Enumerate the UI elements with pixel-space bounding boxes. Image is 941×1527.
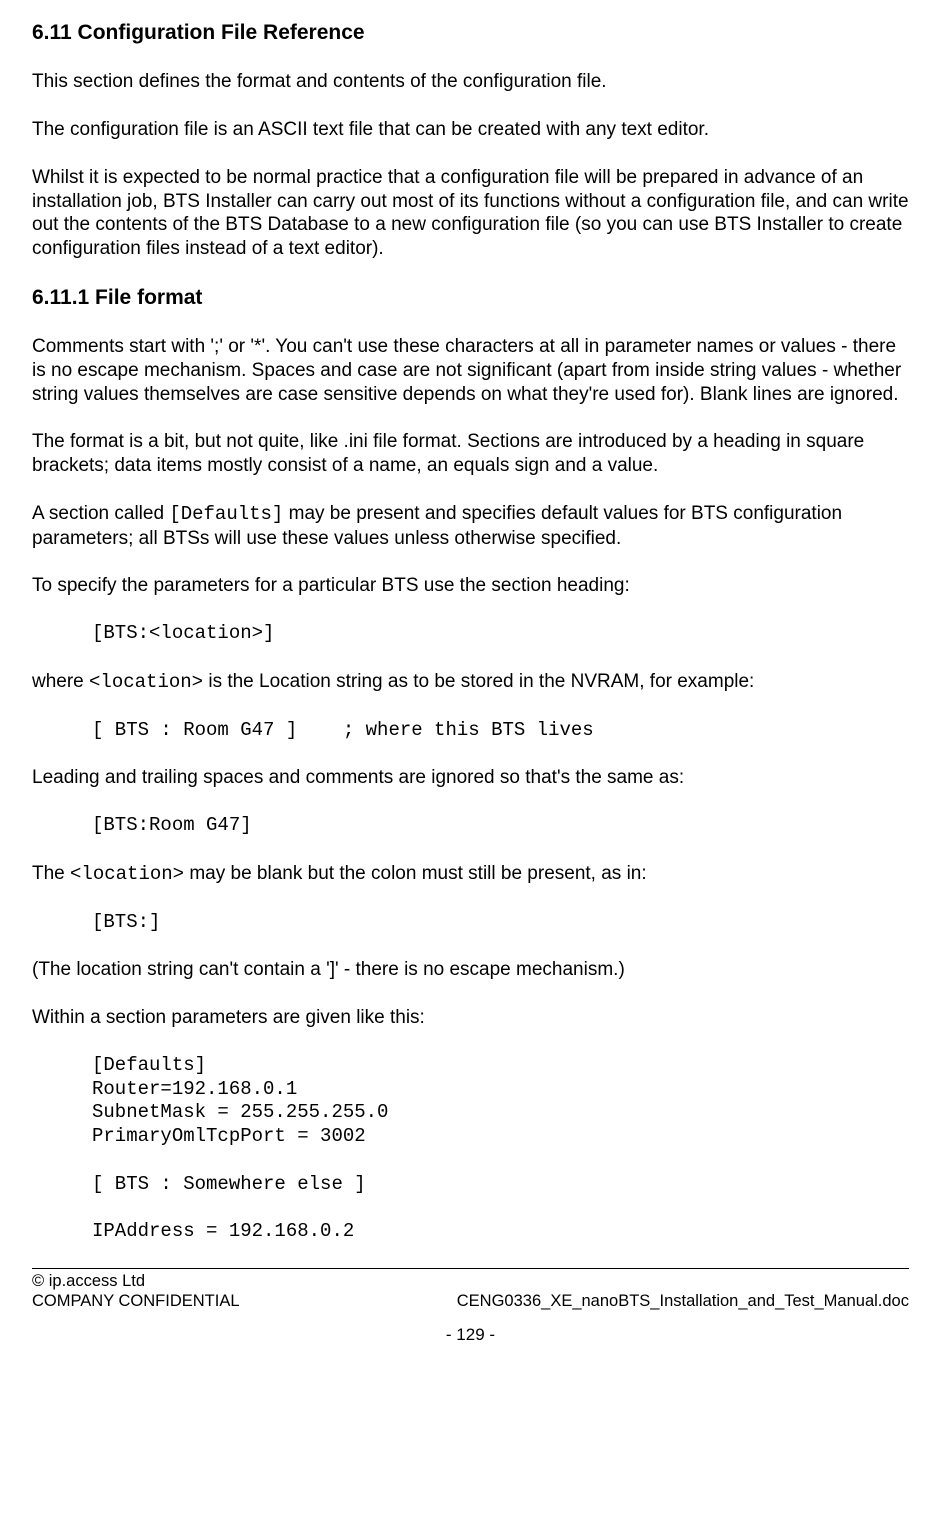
- body-paragraph: Leading and trailing spaces and comments…: [32, 766, 909, 790]
- body-paragraph: The configuration file is an ASCII text …: [32, 118, 909, 142]
- body-paragraph: (The location string can't contain a ']'…: [32, 958, 909, 982]
- text-run: A section called: [32, 503, 169, 524]
- code-block: [Defaults] Router=192.168.0.1 SubnetMask…: [32, 1054, 909, 1244]
- footer: © ip.access Ltd COMPANY CONFIDENTIAL CEN…: [32, 1271, 909, 1346]
- body-paragraph: To specify the parameters for a particul…: [32, 574, 909, 598]
- text-run: where: [32, 671, 89, 692]
- footer-confidential: COMPANY CONFIDENTIAL: [32, 1291, 240, 1312]
- page-number: - 129 -: [32, 1324, 909, 1345]
- subsection-heading: 6.11.1 File format: [32, 285, 909, 311]
- footer-copyright: © ip.access Ltd: [32, 1271, 145, 1292]
- text-run: The: [32, 863, 70, 884]
- code-block: [BTS:Room G47]: [32, 814, 909, 838]
- body-paragraph: where <location> is the Location string …: [32, 670, 909, 695]
- body-paragraph: Whilst it is expected to be normal pract…: [32, 166, 909, 261]
- body-paragraph: This section defines the format and cont…: [32, 70, 909, 94]
- text-run: is the Location string as to be stored i…: [203, 671, 754, 692]
- inline-code: <location>: [70, 863, 184, 885]
- footer-docname: CENG0336_XE_nanoBTS_Installation_and_Tes…: [457, 1291, 909, 1312]
- code-block: [ BTS : Room G47 ] ; where this BTS live…: [32, 719, 909, 743]
- inline-code: <location>: [89, 671, 203, 693]
- section-heading: 6.11 Configuration File Reference: [32, 20, 909, 46]
- code-block: [BTS:<location>]: [32, 622, 909, 646]
- body-paragraph: A section called [Defaults] may be prese…: [32, 502, 909, 551]
- body-paragraph: Comments start with ';' or '*'. You can'…: [32, 335, 909, 406]
- inline-code: [Defaults]: [169, 503, 283, 525]
- code-block: [BTS:]: [32, 911, 909, 935]
- body-paragraph: The format is a bit, but not quite, like…: [32, 430, 909, 478]
- body-paragraph: The <location> may be blank but the colo…: [32, 862, 909, 887]
- text-run: may be blank but the colon must still be…: [184, 863, 647, 884]
- body-paragraph: Within a section parameters are given li…: [32, 1006, 909, 1030]
